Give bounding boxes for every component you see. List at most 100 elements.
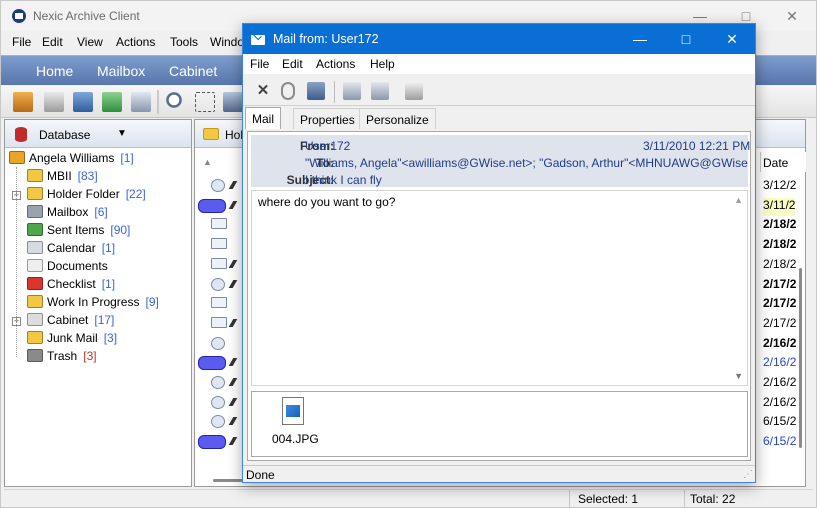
status-divider	[569, 490, 570, 507]
message-icon[interactable]	[211, 238, 227, 250]
menu-edit[interactable]: Edit	[42, 35, 63, 49]
tree-item-count: [6]	[94, 205, 108, 219]
reply-icon[interactable]	[371, 82, 389, 100]
message-icon[interactable]	[211, 218, 227, 230]
tab-properties[interactable]: Properties	[293, 108, 362, 129]
dialog-menu-help[interactable]: Help	[370, 57, 395, 71]
select-icon[interactable]	[195, 92, 215, 112]
save-icon[interactable]	[73, 92, 93, 112]
tree-item[interactable]: Checklist [1]	[27, 277, 115, 295]
database-label: Database	[39, 128, 91, 142]
table-row-date[interactable]: 3/12/2	[763, 178, 796, 196]
table-row-date[interactable]: 2/18/2	[763, 237, 796, 255]
table-row-date[interactable]: 6/15/2	[763, 434, 796, 452]
pencil-icon	[228, 318, 238, 327]
chevron-down-icon[interactable]: ▼	[117, 128, 127, 139]
dialog-close-icon[interactable]: ✕	[709, 24, 755, 54]
exit-icon[interactable]	[13, 92, 33, 112]
scroll-down-icon[interactable]: ▼	[734, 371, 743, 381]
message-icon[interactable]	[211, 395, 225, 409]
dialog-menu-actions[interactable]: Actions	[316, 57, 355, 71]
message-icon[interactable]	[211, 336, 225, 350]
table-row-date[interactable]: 2/16/2	[763, 355, 796, 373]
message-icon[interactable]	[211, 415, 225, 429]
image-file-icon[interactable]	[282, 397, 304, 425]
nav-home[interactable]: Home	[36, 63, 73, 79]
sort-up-icon[interactable]: ▲	[203, 157, 212, 167]
menu-file[interactable]: File	[12, 35, 31, 49]
tree-item[interactable]: Holder Folder [22]	[27, 187, 146, 205]
documents-icon	[27, 259, 43, 272]
from-value: User172	[305, 139, 351, 153]
table-row-date[interactable]: 2/16/2	[763, 375, 796, 393]
table-row-date[interactable]: 2/17/2	[763, 277, 796, 295]
print-icon[interactable]	[44, 92, 64, 112]
message-icon[interactable]	[211, 277, 225, 291]
menu-window[interactable]: Windo	[210, 35, 244, 49]
export-icon[interactable]	[102, 92, 122, 112]
nav-cabinet[interactable]: Cabinet	[169, 63, 217, 79]
unread-message-icon[interactable]	[198, 435, 226, 450]
table-row-date[interactable]: 2/17/2	[763, 316, 796, 334]
table-row-date[interactable]: 6/15/2	[763, 414, 796, 432]
save-icon[interactable]	[307, 82, 325, 100]
message-body[interactable]: where do you want to go? ▲ ▼	[251, 190, 748, 386]
forward-icon[interactable]	[223, 92, 243, 112]
dialog-maximize-icon[interactable]: □	[663, 24, 709, 54]
dialog-menu-edit[interactable]: Edit	[282, 57, 303, 71]
tree-item[interactable]: Calendar [1]	[27, 241, 115, 259]
tab-mail[interactable]: Mail	[245, 107, 282, 129]
tree-item[interactable]: Junk Mail [3]	[27, 331, 117, 349]
attachment-icon[interactable]	[281, 82, 295, 100]
tree-item[interactable]: Angela Williams [1]	[9, 151, 134, 169]
tree-item[interactable]: MBII [83]	[27, 169, 98, 187]
close-icon[interactable]: ✕	[769, 1, 815, 31]
list-vertical-scrollbar[interactable]	[799, 153, 805, 483]
menu-view[interactable]: View	[77, 35, 103, 49]
tree-item-label: Sent Items	[47, 223, 105, 237]
table-row-date[interactable]: 2/16/2	[763, 395, 796, 413]
delete-icon[interactable]: ✕	[254, 82, 272, 100]
message-icon[interactable]	[211, 257, 227, 269]
tree-item[interactable]: Work In Progress [9]	[27, 295, 159, 313]
junk-mail-icon	[27, 331, 43, 344]
scrollbar-thumb[interactable]	[799, 268, 802, 448]
table-row-date[interactable]: 2/18/2	[763, 257, 796, 275]
print-icon[interactable]	[405, 82, 423, 100]
tree-item[interactable]: Sent Items [90]	[27, 223, 130, 241]
tab-personalize[interactable]: Personalize	[359, 108, 436, 129]
tree-item[interactable]: Trash [3]	[27, 349, 97, 367]
tree-item-label: Documents	[47, 259, 108, 273]
tree-item[interactable]: Cabinet [17]	[27, 313, 114, 331]
unread-message-icon[interactable]	[198, 198, 226, 213]
message-icon[interactable]	[211, 316, 227, 328]
folder-icon	[27, 187, 43, 200]
table-row-date[interactable]: 2/16/2	[763, 336, 796, 354]
table-row-date[interactable]: 2/18/2	[763, 217, 796, 235]
forward-icon[interactable]	[343, 82, 361, 100]
message-icon[interactable]	[211, 179, 225, 192]
dialog-menu-file[interactable]: File	[250, 57, 269, 71]
tree-item[interactable]: Mailbox [6]	[27, 205, 108, 223]
tree-item-count: [1]	[101, 277, 116, 291]
dialog-minimize-icon[interactable]: —	[617, 24, 663, 54]
table-row-date[interactable]: 2/17/2	[763, 296, 796, 314]
message-icon[interactable]	[211, 376, 225, 389]
nav-mailbox[interactable]: Mailbox	[97, 63, 145, 79]
attachment-name[interactable]: 004.JPG	[272, 432, 319, 446]
database-selector[interactable]: Database ▼	[5, 120, 191, 148]
tree-item[interactable]: Documents	[27, 259, 114, 277]
scroll-up-icon[interactable]: ▲	[734, 195, 743, 205]
tree-item-count: [22]	[125, 187, 146, 201]
work-in-progress-icon	[27, 295, 43, 308]
mail-icon[interactable]	[131, 92, 151, 112]
menu-tools[interactable]: Tools	[170, 35, 198, 49]
unread-message-icon[interactable]	[198, 356, 226, 371]
message-icon[interactable]	[211, 297, 227, 309]
search-icon[interactable]	[166, 92, 186, 112]
menu-actions[interactable]: Actions	[116, 35, 155, 49]
database-icon	[15, 127, 27, 142]
mailbox-icon	[27, 205, 43, 218]
table-row-date[interactable]: 3/11/2	[763, 197, 796, 216]
resize-grip-icon[interactable]: ⋰	[743, 469, 753, 480]
